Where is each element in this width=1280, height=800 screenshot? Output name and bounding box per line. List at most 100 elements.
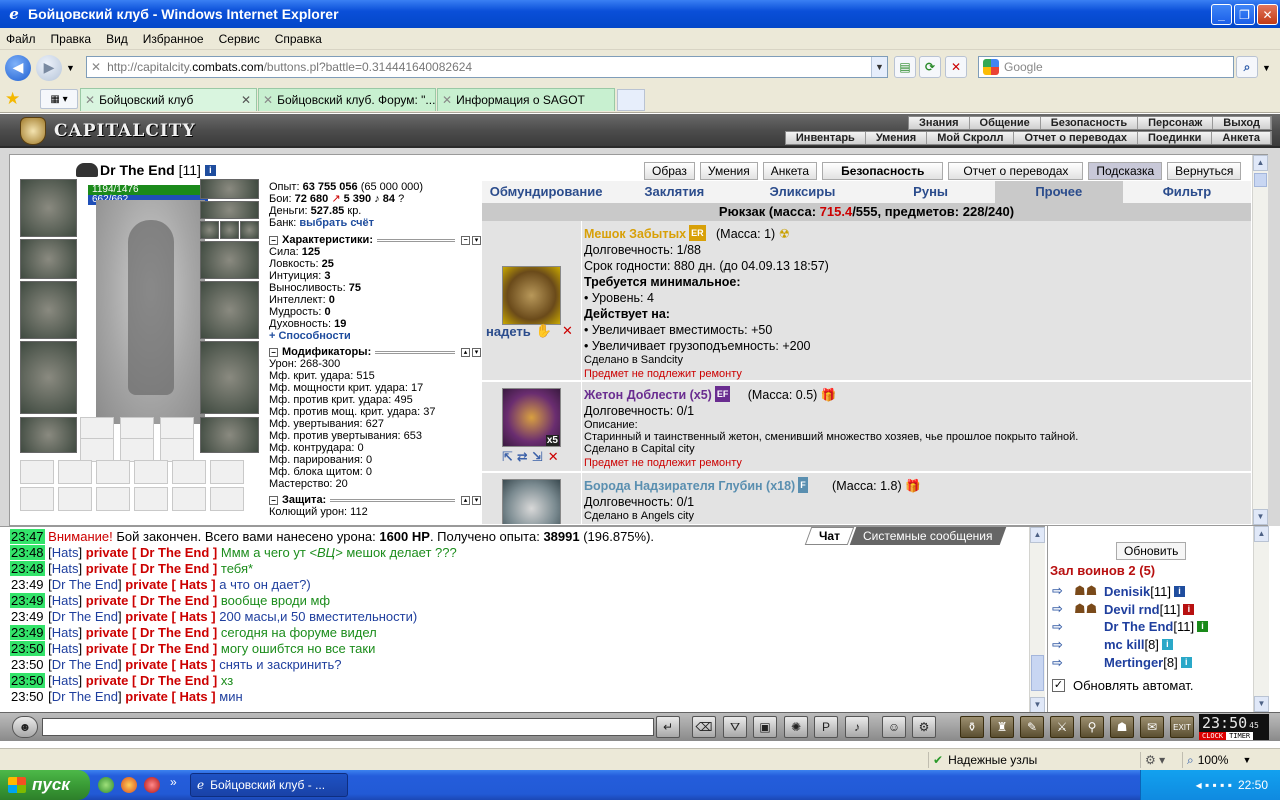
start-button[interactable]: пуск <box>0 770 90 800</box>
quest-icon[interactable]: ⚲ <box>1080 716 1104 738</box>
tab-info[interactable]: ✕ Информация о SAGOT <box>437 88 615 111</box>
private-message-icon[interactable]: ⇨ <box>1052 655 1074 670</box>
stop-icon[interactable]: ✕ <box>945 56 967 78</box>
scroll-down-icon[interactable]: ▼ <box>1253 509 1268 525</box>
slot-boots[interactable] <box>200 417 259 453</box>
chat-sender[interactable]: Hats <box>52 625 79 640</box>
stack-icon[interactable]: ⇲ <box>532 449 543 465</box>
inventory-bag-icon[interactable]: ⚱ <box>960 716 984 738</box>
chat-timestamp[interactable]: 23:49 <box>10 609 45 624</box>
collapse-icon[interactable]: − <box>269 235 278 245</box>
chat-recipient[interactable]: Hats <box>179 577 207 592</box>
chat-recipient[interactable]: Dr The End <box>140 593 209 608</box>
tab-runes[interactable]: Руны <box>867 181 995 203</box>
chat-recipient[interactable]: Hats <box>179 689 207 704</box>
scroll-icon[interactable]: ✎ <box>1020 716 1044 738</box>
tray-icons[interactable]: ◂ ▪ ▪ ▪ ▪ <box>1196 778 1232 792</box>
private-message-icon[interactable]: ⇨ <box>1052 601 1074 616</box>
refresh-icon[interactable]: ⟳ <box>919 56 941 78</box>
grab-icon[interactable]: ✋ <box>536 323 552 339</box>
menu-file[interactable]: Файл <box>6 32 36 46</box>
chat-sender[interactable]: Dr The End <box>52 577 118 592</box>
private-icon[interactable]: P <box>814 716 838 738</box>
quicklaunch-icon-3[interactable] <box>144 777 160 793</box>
compat-icon[interactable]: ▤ <box>894 56 916 78</box>
auto-refresh-checkbox[interactable]: ✓ <box>1052 679 1065 692</box>
chat-timestamp[interactable]: 23:50 <box>10 657 45 672</box>
player-name[interactable]: Denisik <box>1104 584 1150 599</box>
profile-button[interactable]: Анкета <box>762 162 818 180</box>
player-item[interactable]: ⇨ ☗☗ Devil rnd [11] i <box>1052 601 1195 617</box>
slot-rune-5[interactable] <box>120 438 154 462</box>
transfers-button[interactable]: Отчет о переводах <box>948 162 1084 180</box>
slot-pocket-11[interactable] <box>172 487 206 511</box>
link-scroll[interactable]: Мой Скролл <box>927 132 1015 144</box>
scroll-up-icon[interactable]: ▲ <box>1254 526 1269 542</box>
delete-icon[interactable]: ✕ <box>562 323 573 339</box>
link-security[interactable]: Безопасность <box>1041 117 1139 129</box>
security-button[interactable]: Безопасность <box>822 162 944 180</box>
chat-recipient[interactable]: Dr The End <box>140 561 209 576</box>
chat-sender[interactable]: Dr The End <box>52 689 118 704</box>
chat-recipient[interactable]: Dr The End <box>140 625 209 640</box>
slot-earrings[interactable] <box>200 179 259 199</box>
menu-view[interactable]: Вид <box>106 32 128 46</box>
skills-button[interactable]: Умения <box>699 162 758 180</box>
tab-fightclub[interactable]: ✕ Бойцовский клуб ✕ <box>80 88 257 111</box>
menu-tools[interactable]: Сервис <box>219 32 260 46</box>
abilities-link[interactable]: + Способности <box>269 330 481 342</box>
tab-filter[interactable]: Фильтр <box>1123 181 1251 203</box>
chat-recipient[interactable]: Dr The End <box>140 641 209 656</box>
search-icon[interactable]: ⌕ <box>1236 56 1258 78</box>
chat-timestamp[interactable]: 23:48 <box>10 561 45 576</box>
slot-pocket-6[interactable] <box>210 460 244 484</box>
link-transfers[interactable]: Отчет о переводах <box>1014 132 1139 144</box>
char-name[interactable]: Dr The End <box>100 162 175 178</box>
scroll-up-icon[interactable]: ▲ <box>1253 155 1268 171</box>
chat-timestamp[interactable]: 23:49 <box>10 625 45 640</box>
slot-bracers[interactable] <box>20 239 77 279</box>
link-communication[interactable]: Общение <box>970 117 1041 129</box>
link-exit[interactable]: Выход <box>1213 117 1271 129</box>
player-info-icon[interactable]: i <box>1173 585 1185 597</box>
link-knowledge[interactable]: Знания <box>909 117 970 129</box>
private-message-icon[interactable]: ⇨ <box>1052 583 1074 598</box>
link-character[interactable]: Персонаж <box>1138 117 1214 129</box>
send-icon[interactable]: ↵ <box>656 716 680 738</box>
tab-system-messages[interactable]: Системные сообщения <box>849 527 1006 545</box>
history-dropdown-icon[interactable]: ▼ <box>66 63 75 73</box>
menu-help[interactable]: Справка <box>275 32 322 46</box>
chat-timestamp[interactable]: 23:49 <box>10 593 45 608</box>
slot-leggings[interactable] <box>200 341 259 414</box>
chat-recipient[interactable]: Hats <box>179 609 207 624</box>
favorites-star-icon[interactable]: ★ <box>5 89 20 109</box>
chat-sender[interactable]: Hats <box>52 545 79 560</box>
player-item[interactable]: ⇨ Dr The End [11] i <box>1052 619 1209 634</box>
chat-sender[interactable]: Dr The End <box>52 657 118 672</box>
item-name[interactable]: Мешок Забытых <box>584 227 686 241</box>
info-icon[interactable]: i <box>204 164 216 176</box>
slot-pocket-5[interactable] <box>172 460 206 484</box>
slot-pocket-12[interactable] <box>210 487 244 511</box>
player-name[interactable]: Dr The End <box>1104 619 1173 634</box>
slot-pocket-9[interactable] <box>96 487 130 511</box>
forward-button[interactable]: ▶ <box>36 54 62 81</box>
chat-sender[interactable]: Hats <box>52 593 79 608</box>
address-input[interactable]: ✕ http://capitalcity. combats.com/buttons… <box>86 56 888 78</box>
slot-rune-6[interactable] <box>160 438 194 462</box>
chat-timestamp[interactable]: 23:48 <box>10 545 45 560</box>
equip-link[interactable]: надеть <box>486 324 531 339</box>
minimize-icon[interactable]: − <box>461 235 470 245</box>
transfer-icon[interactable]: ⇄ <box>517 449 528 465</box>
new-tab-button[interactable] <box>617 89 645 111</box>
tab-close-icon[interactable]: ✕ <box>241 93 251 107</box>
up-icon[interactable]: ▴ <box>461 495 470 505</box>
chat-timestamp[interactable]: 23:50 <box>10 641 45 656</box>
tab-elixirs[interactable]: Эликсиры <box>738 181 866 203</box>
slot-pocket-8[interactable] <box>58 487 92 511</box>
taskbar-item-ie[interactable]: e Бойцовский клуб - ... <box>190 773 348 797</box>
quicklaunch-icon-2[interactable] <box>121 777 137 793</box>
sack-item-image[interactable] <box>502 266 561 325</box>
room-scrollbar[interactable]: ▲ ▼ <box>1253 526 1269 712</box>
quick-tabs-icon[interactable]: ▦ ▾ <box>40 89 78 109</box>
